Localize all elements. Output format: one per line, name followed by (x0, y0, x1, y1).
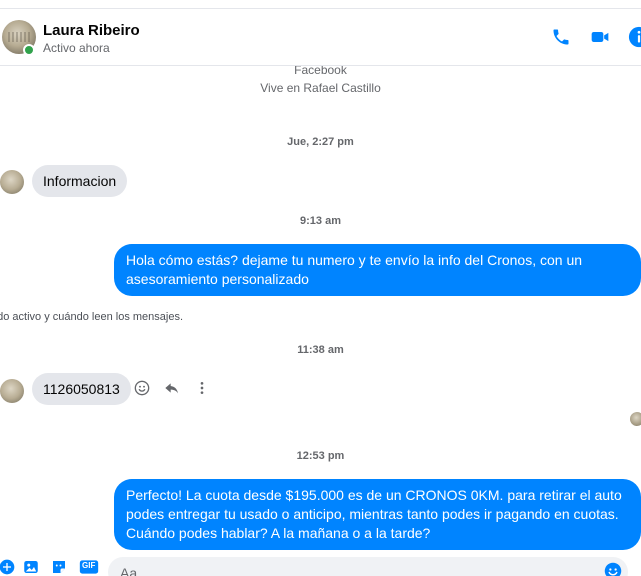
emoji-icon[interactable] (604, 562, 622, 576)
message-list[interactable]: Facebook Vive en Rafael Castillo Jue, 2:… (0, 66, 641, 552)
contact-name[interactable]: Laura Ribeiro (43, 22, 140, 39)
timestamp: 9:13 am (300, 215, 341, 227)
photo-attach-icon[interactable] (22, 558, 40, 576)
message-composer: GIF Aa (0, 552, 641, 576)
read-receipt-avatar (630, 412, 641, 426)
intro-location: Vive en Rafael Castillo (260, 81, 381, 95)
system-notice: Ahora pueden llamarse y ver su estado ac… (0, 311, 184, 323)
gif-label: GIF (82, 561, 96, 570)
phone-icon[interactable] (550, 26, 572, 48)
react-emoji-icon[interactable] (132, 378, 152, 398)
sticker-icon[interactable] (50, 558, 68, 576)
outgoing-message[interactable]: Perfecto! La cuota desde $195.000 es de … (114, 479, 641, 550)
gif-icon[interactable]: GIF (78, 558, 100, 576)
info-icon[interactable] (628, 26, 641, 48)
contact-status: Activo ahora (43, 41, 110, 55)
sender-avatar[interactable] (0, 170, 24, 194)
message-input[interactable]: Aa (108, 557, 628, 576)
sender-avatar[interactable] (0, 379, 24, 403)
incoming-message[interactable]: Informacion (32, 165, 128, 197)
plus-actions-icon[interactable] (0, 558, 16, 576)
message-actions (132, 378, 212, 398)
timestamp: 12:53 pm (296, 450, 345, 462)
reply-icon[interactable] (162, 378, 182, 398)
incoming-message[interactable]: 1126050813 (32, 373, 131, 405)
timestamp: 11:38 am (297, 344, 344, 356)
more-options-icon[interactable] (192, 378, 212, 398)
video-camera-icon[interactable] (589, 26, 611, 48)
online-status-dot (23, 44, 35, 56)
top-divider (0, 8, 641, 9)
intro-source: Facebook (294, 66, 347, 77)
outgoing-message[interactable]: Hola cómo estás? dejame tu numero y te e… (114, 244, 641, 296)
chat-header: Laura Ribeiro Activo ahora (0, 10, 641, 66)
timestamp: Jue, 2:27 pm (287, 136, 354, 148)
